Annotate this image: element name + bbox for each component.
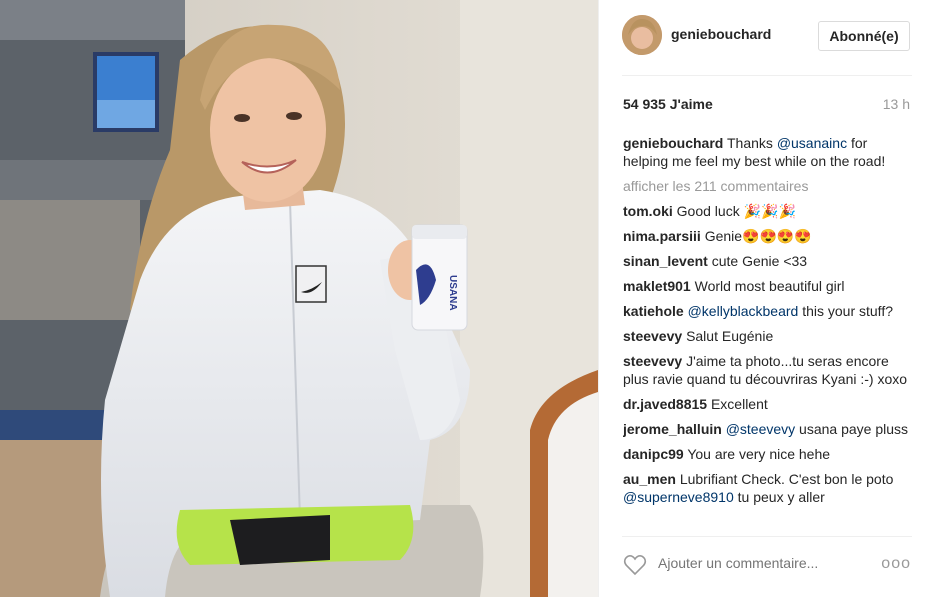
likes-count[interactable]: 54 935 J'aime <box>623 96 713 112</box>
list-item: tom.oki Good luck 🎉🎉🎉 <box>623 202 913 220</box>
list-item: au_men Lubrifiant Check. C'est bon le po… <box>623 470 913 506</box>
comment-text: World most beautiful girl <box>694 278 845 294</box>
comment-user[interactable]: dr.javed8815 <box>623 396 707 412</box>
more-options-icon[interactable]: ooo <box>881 555 911 573</box>
comment-user[interactable]: sinan_levent <box>623 253 708 269</box>
comment-user[interactable]: geniebouchard <box>623 135 723 151</box>
comment-user[interactable]: nima.parsiii <box>623 228 701 244</box>
list-item: dr.javed8815 Excellent <box>623 395 913 413</box>
list-item: jerome_halluin @steevevy usana paye plus… <box>623 420 913 438</box>
caption: geniebouchard Thanks @usanainc for helpi… <box>623 134 913 170</box>
heart-icon[interactable] <box>623 554 647 581</box>
comment-text: usana paye pluss <box>795 421 909 437</box>
comment-text: Excellent <box>710 396 768 412</box>
comment-text: Genie😍😍😍😍 <box>704 228 812 244</box>
mention-link[interactable]: @usanainc <box>777 135 847 151</box>
mention-link[interactable]: @steevevy <box>726 421 795 437</box>
comment-user[interactable]: jerome_halluin <box>623 421 722 437</box>
comment-text: cute Genie <33 <box>711 253 808 269</box>
list-item: steevevy Salut Eugénie <box>623 327 913 345</box>
comment-text: Lubrifiant Check. C'est bon le poto <box>679 471 894 487</box>
comment-text: Salut Eugénie <box>686 328 774 344</box>
comment-user[interactable]: steevevy <box>623 328 682 344</box>
username-link[interactable]: geniebouchard <box>671 26 771 42</box>
comment-user[interactable]: katiehole <box>623 303 684 319</box>
list-item: danipc99 You are very nice hehe <box>623 445 913 463</box>
comment-text: tu peux y aller <box>733 489 825 505</box>
comment-text: this your stuff? <box>798 303 893 319</box>
view-all-comments[interactable]: afficher les 211 commentaires <box>623 177 913 195</box>
list-item: sinan_levent cute Genie <33 <box>623 252 913 270</box>
comment-user[interactable]: tom.oki <box>623 203 673 219</box>
post-photo[interactable]: USANA <box>0 0 598 597</box>
list-item: maklet901 World most beautiful girl <box>623 277 913 295</box>
post-sidebar: geniebouchard Abonné(e) 54 935 J'aime 13… <box>598 0 934 597</box>
list-item: katiehole @kellyblackbeard this your stu… <box>623 302 913 320</box>
list-item: nima.parsiii Genie😍😍😍😍 <box>623 227 913 245</box>
mention-link[interactable]: @superneve8910 <box>623 489 734 505</box>
avatar[interactable] <box>622 15 662 55</box>
photo-illustration: USANA <box>0 0 598 597</box>
comment-user[interactable]: steevevy <box>623 353 682 369</box>
comment-user[interactable]: maklet901 <box>623 278 691 294</box>
comment-user[interactable]: danipc99 <box>623 446 684 462</box>
avatar-image <box>622 15 662 55</box>
post-header: geniebouchard Abonné(e) <box>599 0 934 75</box>
comment-user[interactable]: au_men <box>623 471 676 487</box>
comment-text: Good luck 🎉🎉🎉 <box>676 203 796 219</box>
mention-link[interactable]: @kellyblackbeard <box>688 303 799 319</box>
follow-button[interactable]: Abonné(e) <box>818 21 910 51</box>
comment-footer: ooo <box>599 536 934 597</box>
comments-list[interactable]: geniebouchard Thanks @usanainc for helpi… <box>623 134 913 536</box>
header-divider <box>622 75 912 76</box>
comment-text: You are very nice hehe <box>687 446 831 462</box>
comment-input[interactable] <box>658 555 858 571</box>
list-item: steevevy J'aime ta photo...tu seras enco… <box>623 352 913 388</box>
product-label: USANA <box>447 275 458 311</box>
post-time[interactable]: 13 h <box>883 96 910 112</box>
comment-text: Thanks <box>727 135 777 151</box>
